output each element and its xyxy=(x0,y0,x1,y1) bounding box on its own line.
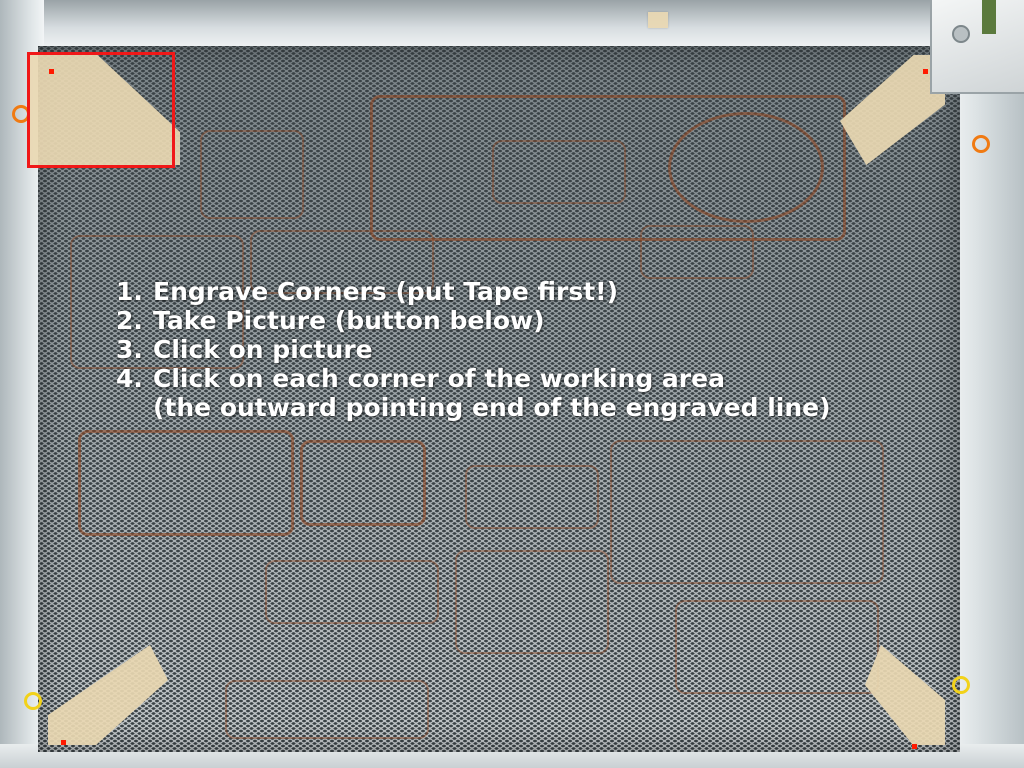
step-text: Engrave Corners (put Tape first!) xyxy=(153,277,618,306)
instruction-step-2: 2. Take Picture (button below) xyxy=(116,306,956,335)
calibration-instructions: 1. Engrave Corners (put Tape first!) 2. … xyxy=(116,277,956,422)
corner-marker-bottom-left[interactable] xyxy=(61,740,66,745)
corner-zoom-selection-box xyxy=(27,52,175,168)
step-number: 4. xyxy=(116,364,143,393)
yellow-ring-right xyxy=(952,676,970,694)
circuit-board xyxy=(982,0,996,34)
corner-marker-top-right[interactable] xyxy=(923,69,928,74)
screw-icon xyxy=(952,25,970,43)
yellow-ring-left xyxy=(24,692,42,710)
step-number: 1. xyxy=(116,277,143,306)
camera-picture[interactable]: 1. Engrave Corners (put Tape first!) 2. … xyxy=(0,0,1024,768)
step-text: Take Picture (button below) xyxy=(153,306,545,335)
step-text: Click on each corner of the working area xyxy=(153,364,725,393)
orange-ring-right xyxy=(972,135,990,153)
step-text: Click on picture xyxy=(153,335,373,364)
machine-frame-top xyxy=(0,0,1024,46)
laser-head xyxy=(930,0,1024,94)
step-number: 2. xyxy=(116,306,143,335)
instruction-step-4-note: (the outward pointing end of the engrave… xyxy=(116,393,956,422)
step-note: (the outward pointing end of the engrave… xyxy=(153,393,831,422)
tape-top-edge xyxy=(648,12,668,28)
instruction-step-1: 1. Engrave Corners (put Tape first!) xyxy=(116,277,956,306)
instruction-step-4: 4. Click on each corner of the working a… xyxy=(116,364,956,393)
step-number: 3. xyxy=(116,335,143,364)
corner-marker-bottom-right[interactable] xyxy=(912,744,917,749)
instruction-step-3: 3. Click on picture xyxy=(116,335,956,364)
